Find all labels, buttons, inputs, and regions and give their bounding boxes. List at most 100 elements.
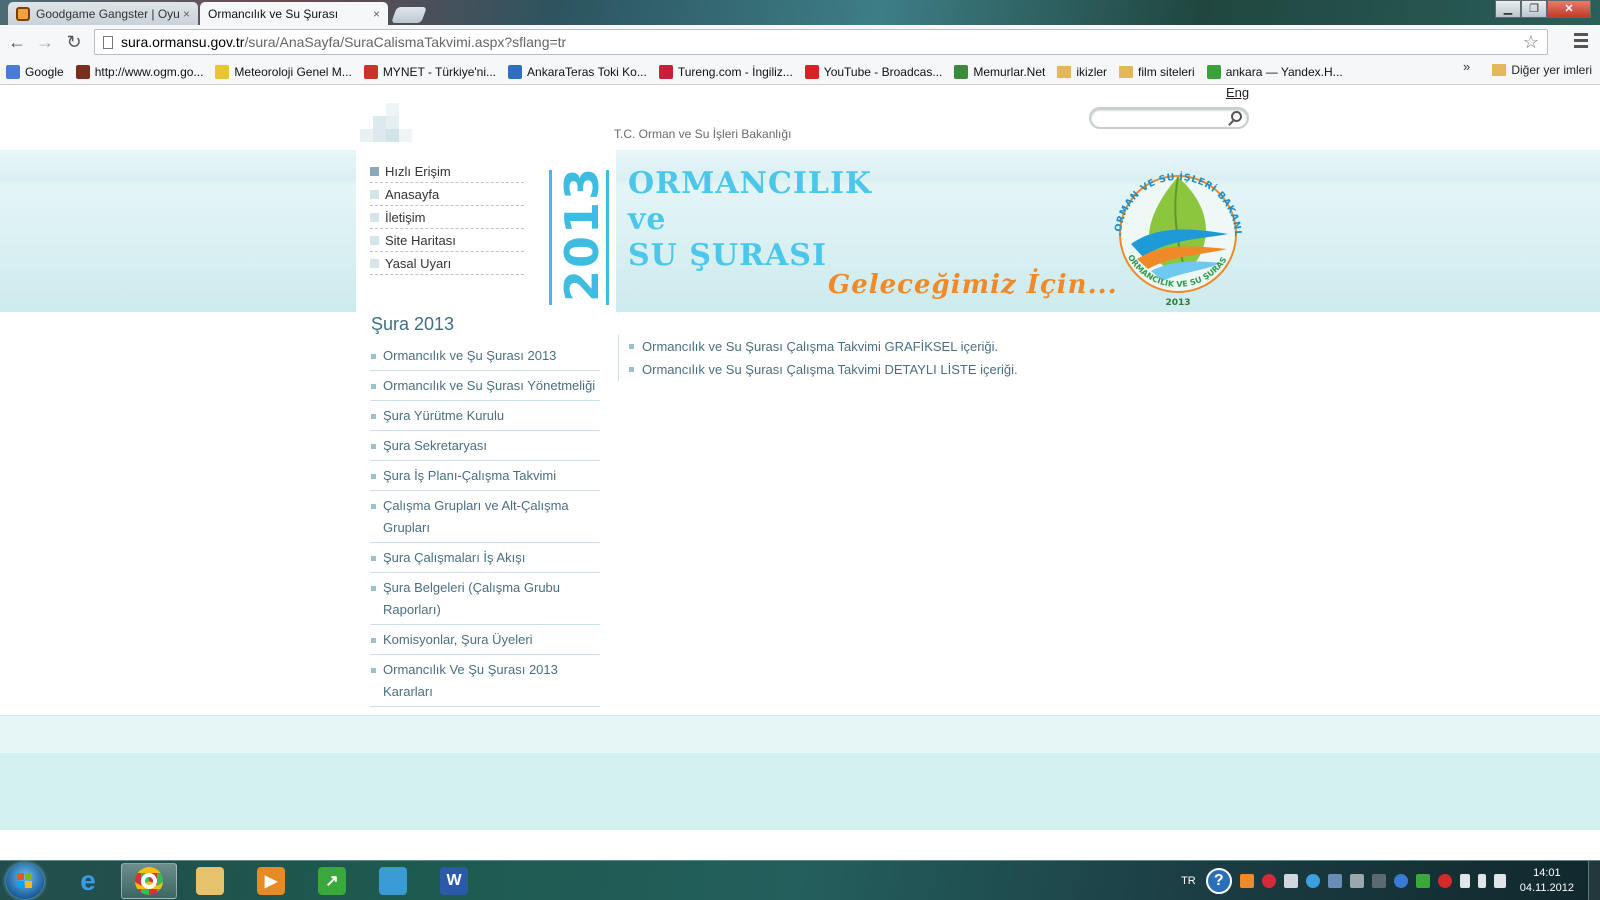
bookmark-item[interactable]: MYNET - Türkiye'ni... (363, 64, 497, 79)
tray-app-icon[interactable] (1261, 874, 1276, 888)
bluetooth-icon[interactable] (1327, 874, 1342, 888)
search-icon[interactable] (1231, 111, 1242, 122)
sidebar-item-s-ura-yu-ru-tme-kurulu[interactable]: Şura Yürütme Kurulu (370, 401, 600, 431)
sidebar-item-s-ura-c-al-s-malar-i-s-ak-s[interactable]: Şura Çalışmaları İş Akışı (370, 543, 600, 573)
other-bookmarks-label: Diğer yer imleri (1511, 63, 1592, 77)
antivirus-icon[interactable] (1437, 874, 1452, 888)
bookmark-label: ankara — Yandex.H... (1225, 64, 1343, 79)
bookmark-label: ikizler (1076, 64, 1108, 79)
year-strip: 2013 (549, 166, 609, 305)
quick-nav-label: Yasal Uyarı (385, 255, 452, 271)
internet-explorer-icon: e (80, 865, 96, 896)
bookmark-item[interactable]: Meteoroloji Genel M... (215, 64, 352, 79)
forward-button[interactable]: → (34, 32, 56, 54)
input-language[interactable]: TR (1181, 875, 1196, 887)
back-button[interactable]: ← (6, 32, 28, 54)
new-tab-button[interactable] (391, 7, 427, 23)
sidebar-item-c-al-s-ma-gruplar-ve-alt-c-al-s-ma-gruplar[interactable]: Çalışma Grupları ve Alt-Çalışma Grupları (370, 491, 600, 543)
signal-strength-icon[interactable] (1493, 874, 1506, 888)
taskbar-stock-app-button[interactable]: ↗ (304, 863, 360, 899)
emblem-year: 2013 (1165, 298, 1190, 308)
bookmark-item[interactable]: http://www.ogm.go... (75, 64, 204, 79)
bookmark-item[interactable]: ankara — Yandex.H... (1206, 64, 1343, 79)
google-icon (6, 64, 20, 79)
bookmark-star-icon[interactable]: ☆ (1523, 32, 1539, 53)
tray-drive-icon[interactable] (1349, 874, 1364, 888)
taskbar-chrome-button[interactable] (121, 863, 177, 899)
site-search-input[interactable] (1089, 107, 1249, 129)
bullet-icon (629, 344, 634, 349)
tab-ormancilik[interactable]: Ormancılık ve Su Şurası × (200, 2, 388, 101)
bullet-icon (371, 474, 376, 479)
bookmark-item[interactable]: film siteleri (1119, 65, 1195, 79)
sidebar-item-label: Şura İş Planı-Çalışma Takvimi (383, 468, 557, 483)
content-link[interactable]: Ormancılık ve Su Şurası Çalışma Takvimi … (629, 335, 1018, 358)
english-language-link[interactable]: Eng (1226, 85, 1249, 100)
bookmarks-more-chevron-icon[interactable]: » (1463, 59, 1470, 74)
bookmark-label: http://www.ogm.go... (94, 64, 204, 79)
sidebar-item-ormanc-l-k-ve-su-s-uras-yo-netmelig-i[interactable]: Ormancılık ve Su Şurası Yönetmeliği (370, 371, 600, 401)
tray-stock-icon[interactable] (1415, 874, 1430, 888)
footer-band (0, 715, 1600, 753)
taskbar-wifi-app-button[interactable] (365, 863, 421, 899)
tray-monitor-icon[interactable] (1371, 874, 1386, 888)
maximize-button[interactable]: ❐ (1521, 0, 1547, 18)
tray-checkmark-icon[interactable] (1239, 874, 1254, 888)
volume-icon[interactable] (1283, 874, 1298, 888)
bookmark-item[interactable]: Memurlar.Net (954, 64, 1045, 79)
sidebar-item-s-ura-i-s-plan-c-al-s-ma-takvimi[interactable]: Şura İş Planı-Çalışma Takvimi (370, 461, 600, 491)
bookmark-item[interactable]: Tureng.com - İngiliz... (658, 64, 793, 79)
taskbar-media-player-button[interactable]: ▶ (243, 863, 299, 899)
content-link[interactable]: Ormancılık ve Su Şurası Çalışma Takvimi … (629, 358, 1018, 381)
start-button[interactable] (6, 863, 44, 899)
chrome-menu-icon[interactable] (1574, 33, 1588, 51)
quick-nav-item-site-haritas[interactable]: Site Haritası (370, 229, 524, 252)
battery-icon[interactable] (1477, 874, 1486, 888)
quick-nav-label: Anasayfa (385, 186, 440, 202)
tray-network-icon[interactable] (1393, 874, 1408, 888)
square-bullet-icon (370, 258, 379, 268)
taskbar-word-button[interactable]: W (426, 863, 482, 899)
bullet-icon (371, 414, 376, 419)
action-center-flag-icon[interactable] (1459, 874, 1470, 888)
windows-logo-icon (17, 873, 33, 889)
bookmark-label: AnkaraTeras Toki Ko... (527, 64, 647, 79)
other-bookmarks[interactable]: Diğer yer imleri (1492, 63, 1592, 77)
bookmark-item[interactable]: Google (6, 64, 64, 79)
bookmark-item[interactable]: AnkaraTeras Toki Ko... (508, 64, 647, 79)
address-bar[interactable]: sura.ormansu.gov.tr/sura/AnaSayfa/SuraCa… (94, 29, 1548, 55)
content-link-label: Ormancılık ve Su Şurası Çalışma Takvimi … (642, 339, 999, 354)
game-favicon-icon (16, 6, 30, 21)
quick-nav-item-yasal-uyar[interactable]: Yasal Uyarı (370, 252, 524, 275)
system-clock[interactable]: 14:01 04.11.2012 (1520, 866, 1574, 896)
window-close-button[interactable]: ✕ (1547, 0, 1591, 18)
tab-title: Goodgame Gangster | Oyu (36, 6, 179, 21)
taskbar-internet-explorer-button[interactable]: e (60, 863, 116, 899)
tab-goodgame[interactable]: Goodgame Gangster | Oyu × (8, 2, 198, 25)
sidebar-item-s-ura-belgeleri-c-al-s-ma-grubu-raporlar[interactable]: Şura Belgeleri (Çalışma Grubu Raporları) (370, 573, 600, 625)
sidebar-item-label: Ormancılık ve Şu Şurası 2013 (383, 348, 557, 363)
minimize-button[interactable]: ▁ (1495, 0, 1521, 18)
sidebar-item-ormanc-l-k-ve-s-u-s-uras-2013[interactable]: Ormancılık ve Şu Şurası 2013 (370, 341, 600, 371)
sidebar-item-s-ura-sekretaryas[interactable]: Şura Sekretaryası (370, 431, 600, 461)
help-icon[interactable]: ? (1205, 868, 1232, 894)
window-titlebar: Goodgame Gangster | Oyu × Ormancılık ve … (0, 0, 1600, 101)
tray-sync-icon[interactable] (1305, 874, 1320, 888)
show-desktop-button[interactable] (1588, 861, 1600, 900)
quick-nav-item-i-letis-im[interactable]: İletişim (370, 206, 524, 229)
footer (0, 753, 1600, 830)
mynet-icon (363, 64, 378, 79)
bookmark-item[interactable]: YouTube - Broadcas... (804, 64, 942, 79)
bookmark-label: MYNET - Türkiye'ni... (382, 64, 497, 79)
close-tab-icon[interactable]: × (373, 7, 380, 21)
taskbar-file-explorer-button[interactable] (182, 863, 238, 899)
quick-nav-item-anasayfa[interactable]: Anasayfa (370, 183, 524, 206)
reload-button[interactable]: ↻ (63, 32, 85, 54)
web-page: Eng T.C. Orman ve Su İşleri Bakanlığı Hı… (0, 85, 1600, 860)
memurlar-icon (954, 64, 969, 79)
sidebar-item-ormanc-l-k-ve-s-u-s-uras-2013-kararlar[interactable]: Ormancılık Ve Şu Şurası 2013 Kararları (370, 655, 600, 707)
close-tab-icon[interactable]: × (183, 7, 190, 21)
bookmark-item[interactable]: ikizler (1057, 65, 1107, 79)
sidebar-item-komisyonlar-s-ura-u-yeleri[interactable]: Komisyonlar, Şura Üyeleri (370, 625, 600, 655)
bookmark-label: film siteleri (1138, 64, 1195, 79)
